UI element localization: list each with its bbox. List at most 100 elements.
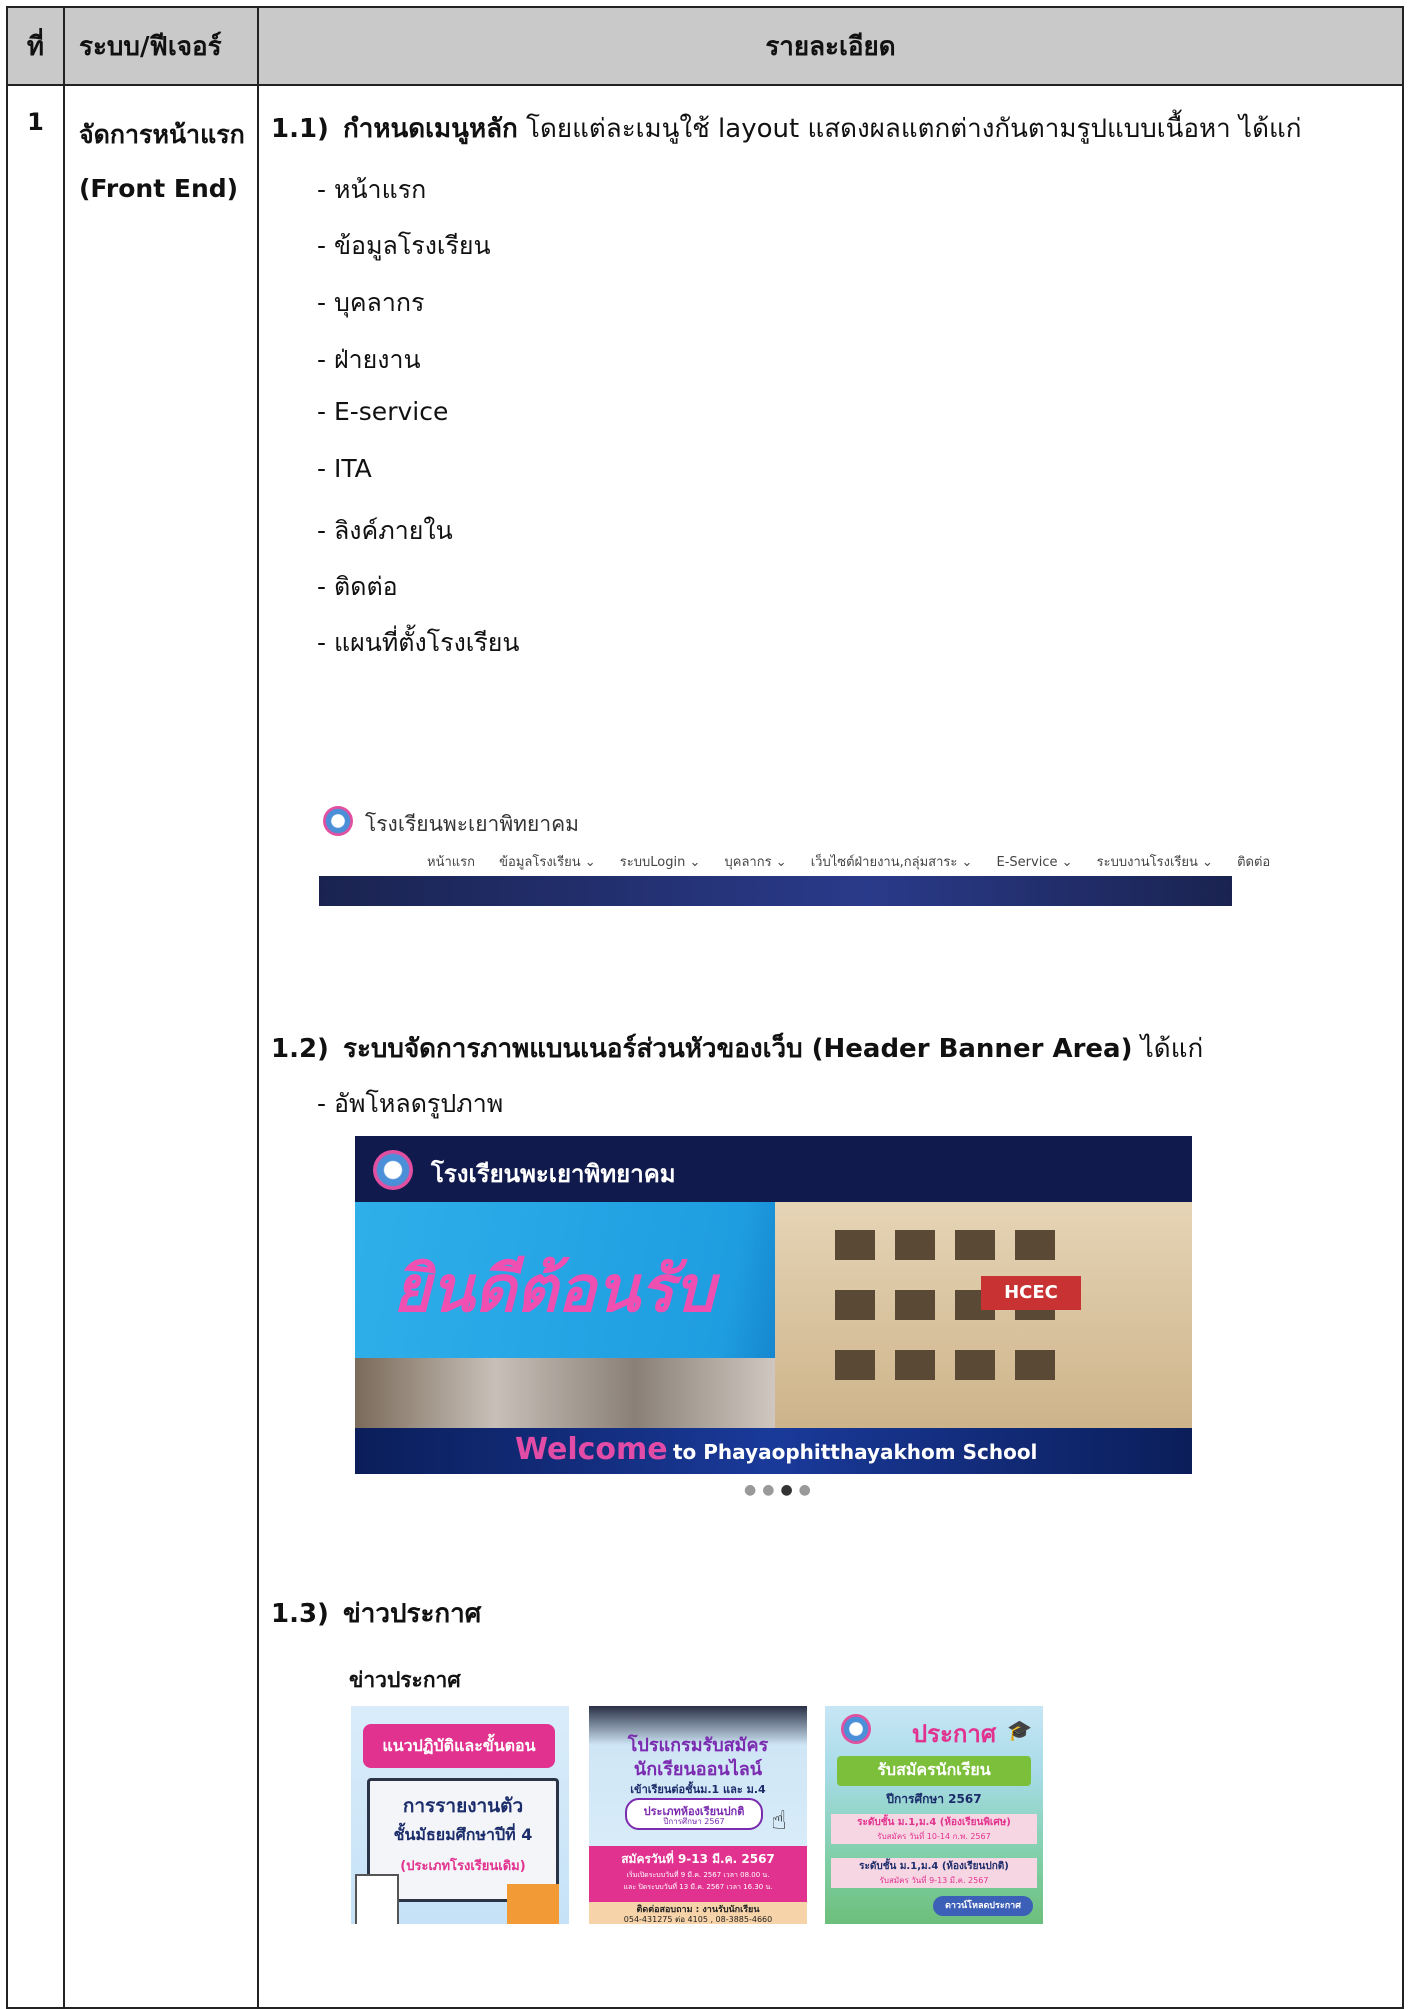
- carousel-dot-icon[interactable]: ●: [744, 1482, 762, 1498]
- building-window: [835, 1230, 875, 1260]
- nav-menu-item: ติดต่อ: [1237, 855, 1271, 870]
- section-1-3-number: 1.3): [271, 1599, 329, 1629]
- carousel-dots: ●●●●: [744, 1482, 817, 1498]
- list-item: - ITA: [317, 454, 372, 483]
- graduation-cap-icon: 🎓: [1007, 1718, 1032, 1742]
- nav-menu-item: ระบบLogin ⌄: [619, 855, 701, 870]
- news-card-2[interactable]: โปรแกรมรับสมัคร นักเรียนออนไลน์ เข้าเรีย…: [589, 1706, 807, 1924]
- banner-welcome-thai: ยินดีต้อนรับ: [393, 1253, 715, 1327]
- carousel-dot-icon[interactable]: ●: [780, 1482, 798, 1498]
- list-item: - แผนที่ตั้งโรงเรียน: [317, 628, 520, 657]
- news-card-3-line1: รับสมัครนักเรียน: [877, 1760, 991, 1779]
- news-card-3-line3: ระดับชั้น ม.1,ม.4 (ห้องเรียนพิเศษ): [857, 1817, 1011, 1828]
- news-card-2-line10: 054-431275 ต่อ 4105 , 08-3885-4660: [623, 1915, 773, 1924]
- news-card-2-line7: เริ่มเปิดระบบวันที่ 9 มี.ค. 2567 เวลา 08…: [626, 1871, 770, 1879]
- list-item-text: แผนที่ตั้งโรงเรียน: [333, 628, 520, 657]
- building-window: [895, 1230, 935, 1260]
- section-1-3-title: 1.3) ข่าวประกาศ: [271, 1593, 481, 1634]
- download-announcement-button[interactable]: ดาวน์โหลดประกาศ: [933, 1896, 1033, 1916]
- list-item-text: บุคลากร: [333, 288, 425, 317]
- news-card-2-contact: ติดต่อสอบถาม : งานรับนักเรียน 054-431275…: [589, 1902, 807, 1924]
- section-1-3-bold: ข่าวประกาศ: [343, 1599, 482, 1629]
- nav-menu-item: บุคลากร ⌄: [724, 855, 787, 870]
- nav-menu-item: ระบบงานโรงเรียน ⌄: [1096, 855, 1213, 870]
- news-card-2-line3: เข้าเรียนต่อชั้นม.1 และ ม.4: [630, 1783, 766, 1796]
- school-house-icon: [507, 1884, 559, 1924]
- list-item: - ลิงค์ภายใน: [317, 516, 453, 545]
- building-window: [1015, 1350, 1055, 1380]
- list-item-text: ข้อมูลโรงเรียน: [333, 231, 491, 260]
- banner-school-logo-icon: [373, 1150, 413, 1190]
- section-1-1-bold: กำหนดเมนูหลัก: [343, 114, 518, 144]
- banner-welcome-sub: to Phayaophitthayakhom School: [673, 1440, 1038, 1464]
- news-card-2-badge: ประเภทห้องเรียนปกติ ปีการศึกษา 2567: [625, 1798, 763, 1830]
- building-window: [1015, 1230, 1055, 1260]
- news-card-2-pink-panel: สมัครวันที่ 9-13 มี.ค. 2567 เริ่มเปิดระบ…: [589, 1846, 807, 1902]
- pointer-hand-icon: ☝: [771, 1806, 787, 1836]
- news-card-3-line4: รับสมัคร วันที่ 10-14 ก.พ. 2567: [877, 1832, 991, 1841]
- nav-menu: หน้าแรก ข้อมูลโรงเรียน ⌄ ระบบLogin ⌄ บุค…: [427, 851, 1290, 872]
- news-card-1-line2: ชั้นมัธยมศึกษาปีที่ 4: [393, 1825, 533, 1844]
- list-item: - ฝ่ายงาน: [317, 345, 421, 374]
- building-sign: HCEC: [981, 1276, 1081, 1310]
- building-window: [955, 1350, 995, 1380]
- list-item: - E-service: [317, 397, 449, 426]
- table-row: 1 จัดการหน้าแรก (Front End) 1.1) กำหนดเมน…: [6, 84, 1404, 2009]
- section-1-1-rest: โดยแต่ละเมนูใช้ layout แสดงผลแตกต่างกันต…: [517, 114, 1302, 144]
- nav-school-name: โรงเรียนพะเยาพิทยาคม: [365, 812, 579, 836]
- list-item: - หน้าแรก: [317, 175, 427, 204]
- banner-welcome-en: Welcome: [515, 1432, 668, 1467]
- news-card-3-pink-panel-2: ระดับชั้น ม.1,ม.4 (ห้องเรียนปกติ) รับสมั…: [831, 1858, 1037, 1888]
- list-item: - ติดต่อ: [317, 572, 398, 601]
- school-building-photo: HCEC: [775, 1190, 1192, 1430]
- list-item-text: E-service: [333, 397, 449, 426]
- news-card-3-line6: รับสมัคร วันที่ 9-13 มี.ค. 2567: [879, 1876, 989, 1885]
- news-card-2-line2: นักเรียนออนไลน์: [633, 1759, 763, 1780]
- building-window: [835, 1350, 875, 1380]
- banner-school-name: โรงเรียนพะเยาพิทยาคม: [431, 1160, 676, 1188]
- carousel-dot-icon[interactable]: ●: [799, 1482, 817, 1498]
- section-1-1-number: 1.1): [271, 114, 329, 144]
- news-card-1-line1: การรายงานตัว: [402, 1795, 524, 1817]
- system-subname: (Front End): [79, 174, 239, 203]
- section-1-2-bold: ระบบจัดการภาพแบนเนอร์ส่วนหัวของเว็บ (Hea…: [343, 1034, 1133, 1064]
- table-header-row: ที่ ระบบ/ฟีเจอร์ รายละเอียด: [6, 6, 1404, 86]
- list-item-text: ฝ่ายงาน: [333, 345, 421, 374]
- news-card-2-line5: ปีการศึกษา 2567: [663, 1817, 725, 1826]
- news-card-3-line5: ระดับชั้น ม.1,ม.4 (ห้องเรียนปกติ): [859, 1861, 1009, 1872]
- nav-menu-item: E-Service ⌄: [996, 855, 1073, 870]
- nav-preview-screenshot: โรงเรียนพะเยาพิทยาคม หน้าแรก ข้อมูลโรงเร…: [319, 802, 1270, 906]
- system-name: จัดการหน้าแรก: [79, 120, 245, 149]
- building-window: [895, 1350, 935, 1380]
- news-heading: ข่าวประกาศ: [349, 1668, 461, 1692]
- section-1-2-title: 1.2) ระบบจัดการภาพแบนเนอร์ส่วนหัวของเว็บ …: [271, 1028, 1203, 1069]
- news-card-2-line8: และ ปิดระบบวันที่ 13 มี.ค. 2567 เวลา 16.…: [623, 1883, 773, 1891]
- list-item-text: หน้าแรก: [333, 175, 427, 204]
- nav-menu-item: เว็บไซต์ฝ่ายงาน,กลุ่มสาระ ⌄: [810, 855, 973, 870]
- list-item: - อัพโหลดรูปภาพ: [317, 1089, 504, 1118]
- spec-table: ที่ ระบบ/ฟีเจอร์ รายละเอียด 1 จัดการหน้า…: [6, 6, 1404, 2009]
- list-item-text: ลิงค์ภายใน: [333, 516, 453, 545]
- news-card-3-line2: ปีการศึกษา 2567: [886, 1792, 982, 1806]
- news-card-1-line3: (ประเภทโรงเรียนเดิม): [400, 1859, 526, 1874]
- list-item-text: ติดต่อ: [333, 572, 398, 601]
- list-item: - บุคลากร: [317, 288, 425, 317]
- building-window: [835, 1290, 875, 1320]
- section-1-1-title: 1.1) กำหนดเมนูหลัก โดยแต่ละเมนูใช้ layout…: [271, 108, 1302, 149]
- row-no: 1: [6, 84, 65, 2009]
- nav-menu-item: ข้อมูลโรงเรียน ⌄: [499, 855, 596, 870]
- list-item-text: อัพโหลดรูปภาพ: [333, 1089, 504, 1118]
- header-banner-image: HCEC โรงเรียนพะเยาพิทยาคม ยินดีต้อนรับ W…: [355, 1136, 1192, 1474]
- news-card-3[interactable]: ประกาศ 🎓 รับสมัครนักเรียน ปีการศึกษา 256…: [825, 1706, 1043, 1924]
- news-card-3-green-panel: รับสมัครนักเรียน: [837, 1756, 1031, 1786]
- carousel-dot-icon[interactable]: ●: [762, 1482, 780, 1498]
- header-no: ที่: [6, 6, 65, 86]
- news-card-1[interactable]: แนวปฏิบัติและขั้นตอน การรายงานตัว ชั้นมั…: [351, 1706, 569, 1924]
- news-card-1-pill: แนวปฏิบัติและขั้นตอน: [363, 1724, 555, 1768]
- section-1-2-rest: ได้แก่: [1132, 1034, 1204, 1064]
- header-detail: รายละเอียด: [257, 6, 1404, 86]
- school-logo-icon: [323, 806, 353, 836]
- building-window: [895, 1290, 935, 1320]
- list-item: - ข้อมูลโรงเรียน: [317, 231, 491, 260]
- row-system: จัดการหน้าแรก (Front End): [63, 84, 259, 2009]
